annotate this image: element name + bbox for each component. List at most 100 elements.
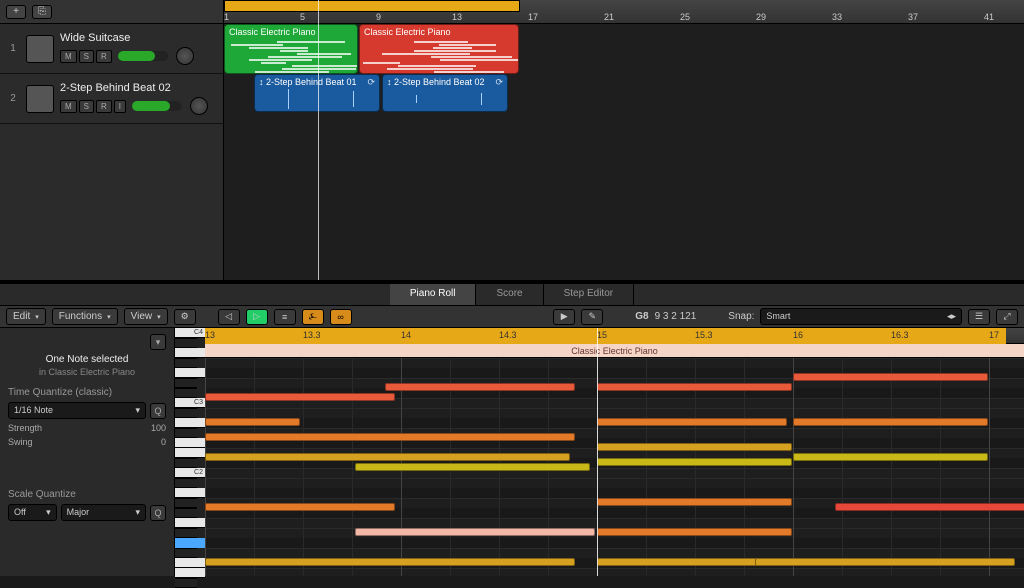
midi-note[interactable] bbox=[205, 433, 575, 441]
strength-value[interactable]: 100 bbox=[151, 423, 166, 433]
midi-note[interactable] bbox=[793, 418, 988, 426]
midi-note[interactable] bbox=[597, 528, 792, 536]
list-icon[interactable]: ☰ bbox=[968, 309, 990, 325]
midi-note[interactable] bbox=[597, 443, 792, 451]
options-icon[interactable]: ⚙ bbox=[174, 309, 196, 325]
midi-note[interactable] bbox=[793, 373, 988, 381]
midi-out-icon[interactable]: ▷ bbox=[246, 309, 268, 325]
grid-playhead[interactable] bbox=[597, 328, 598, 576]
arrange-area: + ⎘ 1 Wide Suitcase MSR 2 2-Step Behind … bbox=[0, 0, 1024, 280]
black-key[interactable] bbox=[175, 548, 197, 558]
black-key[interactable] bbox=[175, 508, 197, 518]
region[interactable]: ↕ 2-Step Behind Beat 01⟳ bbox=[254, 74, 380, 112]
midi-note[interactable] bbox=[835, 503, 1024, 511]
collapse-icon[interactable]: ≡ bbox=[274, 309, 296, 325]
quantize-button[interactable]: Q bbox=[150, 403, 166, 419]
pan-knob[interactable] bbox=[176, 47, 194, 65]
swing-value[interactable]: 0 bbox=[161, 437, 166, 447]
scale-quantize-button[interactable]: Q bbox=[150, 505, 166, 521]
scale-mode-select[interactable]: Off▾ bbox=[8, 504, 57, 521]
track-s-button[interactable]: S bbox=[79, 50, 94, 63]
grid-ruler[interactable]: 1313.31414.31515.31616.317 bbox=[205, 328, 1024, 344]
playhead[interactable] bbox=[318, 0, 319, 280]
pencil-tool-icon[interactable]: ✎ bbox=[581, 309, 603, 325]
inspector-chevron[interactable]: ▾ bbox=[150, 334, 166, 350]
tab-piano-roll[interactable]: Piano Roll bbox=[390, 284, 477, 305]
piano-keyboard[interactable]: C4C3C2 bbox=[175, 328, 205, 576]
track-icon[interactable] bbox=[26, 85, 54, 113]
midi-note[interactable] bbox=[205, 418, 300, 426]
arrange-ruler[interactable]: 159131721252933374145 bbox=[224, 0, 1024, 24]
black-key[interactable] bbox=[175, 578, 197, 588]
region[interactable]: ↕ 2-Step Behind Beat 02⟳ bbox=[382, 74, 508, 112]
white-key[interactable] bbox=[175, 368, 205, 378]
black-key[interactable] bbox=[175, 338, 197, 348]
black-key[interactable] bbox=[175, 358, 197, 368]
note-grid[interactable]: 1313.31414.31515.31616.317 Classic Elect… bbox=[205, 328, 1024, 576]
midi-note[interactable] bbox=[205, 503, 395, 511]
black-key[interactable] bbox=[175, 388, 197, 398]
track-header[interactable]: 1 Wide Suitcase MSR bbox=[0, 24, 223, 74]
region-header[interactable]: Classic Electric Piano bbox=[205, 344, 1024, 358]
snap-select[interactable]: Smart◂▸ bbox=[760, 308, 962, 325]
midi-note[interactable] bbox=[205, 393, 395, 401]
view-menu[interactable]: View bbox=[124, 308, 168, 325]
editor-toolbar: Edit Functions View ⚙ ◁ ▷ ≡ ⍼ ∞ ▶ ✎ G8 9… bbox=[0, 306, 1024, 328]
black-key[interactable] bbox=[175, 478, 197, 488]
midi-note[interactable] bbox=[755, 558, 1015, 566]
duplicate-track-button[interactable]: ⎘ bbox=[32, 5, 52, 19]
midi-note[interactable] bbox=[597, 498, 792, 506]
ruler-tick: 17 bbox=[528, 12, 538, 22]
tab-step-editor[interactable]: Step Editor bbox=[544, 284, 634, 305]
white-key[interactable] bbox=[175, 488, 205, 498]
midi-note[interactable] bbox=[205, 453, 570, 461]
black-key[interactable] bbox=[175, 498, 197, 508]
region[interactable]: Classic Electric Piano bbox=[224, 24, 358, 74]
white-key[interactable] bbox=[175, 418, 205, 428]
add-track-button[interactable]: + bbox=[6, 5, 26, 19]
scale-type-select[interactable]: Major▾ bbox=[61, 504, 146, 521]
track-header[interactable]: 2 2-Step Behind Beat 02 MSRI bbox=[0, 74, 223, 124]
white-key[interactable] bbox=[175, 558, 205, 568]
black-key[interactable] bbox=[175, 528, 197, 538]
white-key[interactable] bbox=[175, 448, 205, 458]
cycle-range[interactable] bbox=[224, 0, 520, 12]
catch-playhead-icon[interactable]: ⍼ bbox=[302, 309, 324, 325]
track-icon[interactable] bbox=[26, 35, 54, 63]
midi-note[interactable] bbox=[385, 383, 575, 391]
edit-menu[interactable]: Edit bbox=[6, 308, 46, 325]
black-key[interactable] bbox=[175, 458, 197, 468]
midi-note[interactable] bbox=[597, 458, 792, 466]
region[interactable]: Classic Electric Piano bbox=[359, 24, 519, 74]
volume-slider[interactable] bbox=[132, 101, 182, 111]
functions-menu[interactable]: Functions bbox=[52, 308, 118, 325]
track-r-button[interactable]: R bbox=[96, 50, 112, 63]
midi-note[interactable] bbox=[205, 558, 575, 566]
volume-slider[interactable] bbox=[118, 51, 168, 61]
midi-note[interactable] bbox=[355, 463, 590, 471]
midi-in-icon[interactable]: ◁ bbox=[218, 309, 240, 325]
midi-note[interactable] bbox=[597, 383, 792, 391]
link-icon[interactable]: ∞ bbox=[330, 309, 352, 325]
black-key[interactable] bbox=[175, 378, 197, 388]
white-key[interactable] bbox=[175, 568, 205, 578]
white-key[interactable] bbox=[175, 348, 205, 358]
black-key[interactable] bbox=[175, 428, 197, 438]
track-m-button[interactable]: M bbox=[60, 100, 77, 113]
track-r-button[interactable]: R bbox=[96, 100, 112, 113]
pan-knob[interactable] bbox=[190, 97, 208, 115]
track-s-button[interactable]: S bbox=[79, 100, 94, 113]
tab-score[interactable]: Score bbox=[476, 284, 543, 305]
timeline-area[interactable]: 159131721252933374145 Classic Electric P… bbox=[224, 0, 1024, 280]
black-key[interactable] bbox=[175, 408, 197, 418]
midi-note[interactable] bbox=[355, 528, 595, 536]
white-key[interactable] bbox=[175, 438, 205, 448]
white-key[interactable] bbox=[175, 518, 205, 528]
zoom-icon[interactable]: ⤢ bbox=[996, 309, 1018, 325]
midi-note[interactable] bbox=[793, 453, 988, 461]
pointer-tool-icon[interactable]: ▶ bbox=[553, 309, 575, 325]
track-m-button[interactable]: M bbox=[60, 50, 77, 63]
midi-note[interactable] bbox=[597, 418, 787, 426]
track-i-button[interactable]: I bbox=[114, 100, 126, 113]
time-quantize-select[interactable]: 1/16 Note▾ bbox=[8, 402, 146, 419]
